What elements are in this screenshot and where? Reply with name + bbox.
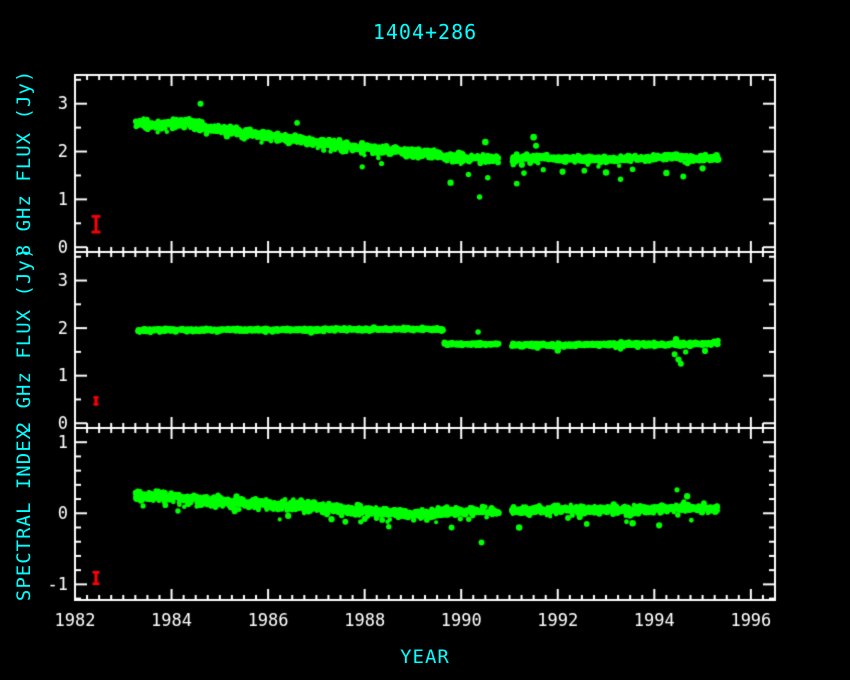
light-curve-figure: 1404+286 YEAR 8 GHz FLUX (Jy) 2 GHz FLUX… — [0, 0, 850, 680]
y-axis-title-8ghz-flux: 8 GHz FLUX (Jy) — [13, 70, 35, 257]
y-axis-title-spectral-index: SPECTRAL INDEX — [13, 427, 35, 601]
y-axis-title-2ghz-flux: 2 GHz FLUX (Jy) — [13, 247, 35, 434]
x-axis-title: YEAR — [0, 646, 850, 668]
plot-title: 1404+286 — [0, 20, 850, 44]
light-curve-canvas — [0, 0, 850, 680]
